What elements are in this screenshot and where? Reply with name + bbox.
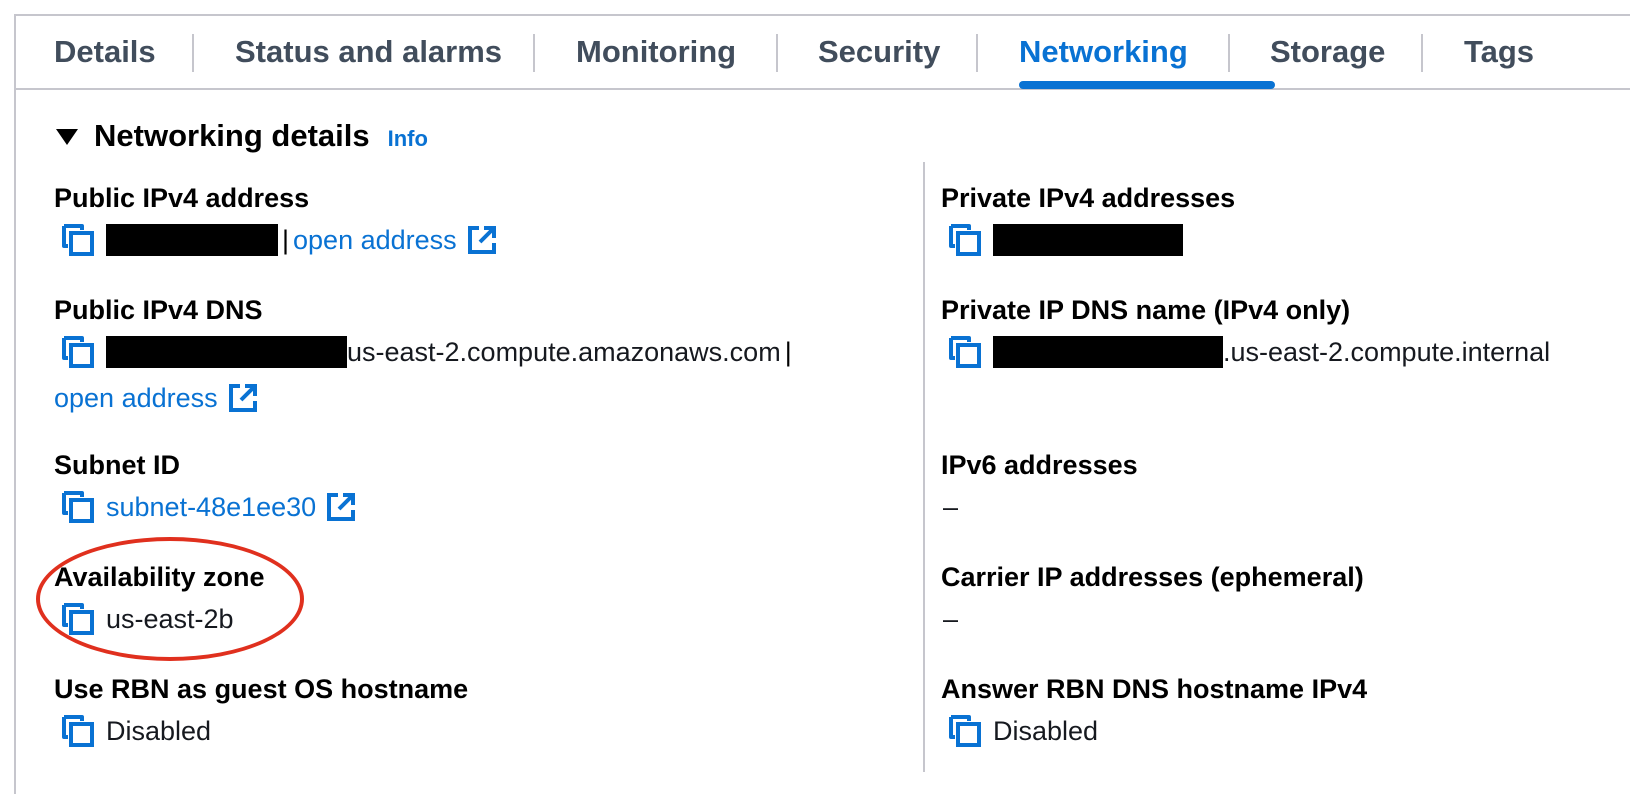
separator: | — [784, 336, 792, 367]
rbn-hostname-field: Use RBN as guest OS hostname Disabled — [54, 673, 468, 749]
tab-status-and-alarms[interactable]: Status and alarms — [235, 34, 502, 70]
copy-icon[interactable] — [947, 713, 983, 749]
active-tab-indicator — [1019, 81, 1275, 89]
field-label: Public IPv4 DNS — [54, 295, 263, 325]
public-ipv4-field: Public IPv4 address | open address — [54, 182, 497, 258]
tab-storage[interactable]: Storage — [1270, 34, 1385, 70]
networking-details-header[interactable]: Networking details Info — [56, 116, 428, 156]
subnet-id-field: Subnet ID subnet-48e1ee30 — [54, 449, 356, 525]
copy-icon[interactable] — [60, 601, 96, 637]
tab-divider — [976, 34, 978, 72]
separator: | — [282, 224, 290, 255]
copy-icon[interactable] — [60, 713, 96, 749]
private-dns-suffix: .us-east-2.compute.internal — [1223, 336, 1551, 367]
copy-icon[interactable] — [60, 222, 96, 258]
field-label: Availability zone — [54, 562, 265, 592]
open-address-link[interactable]: open address — [54, 383, 218, 414]
tab-monitoring[interactable]: Monitoring — [576, 34, 736, 70]
tab-divider — [192, 34, 194, 72]
private-dns-field: Private IP DNS name (IPv4 only) .us-east… — [941, 294, 1550, 370]
copy-icon[interactable] — [60, 489, 96, 525]
tab-bar: Details Status and alarms Monitoring Sec… — [14, 16, 1630, 90]
caret-down-icon[interactable] — [56, 129, 78, 145]
field-label: Private IPv4 addresses — [941, 183, 1236, 213]
external-link-icon[interactable] — [228, 383, 258, 413]
info-link[interactable]: Info — [388, 126, 428, 152]
tab-networking[interactable]: Networking — [1019, 34, 1188, 70]
copy-icon[interactable] — [947, 334, 983, 370]
rbn-dns-field: Answer RBN DNS hostname IPv4 Disabled — [941, 673, 1367, 749]
redacted-value — [993, 336, 1223, 368]
ipv6-value: – — [943, 491, 959, 522]
tab-divider — [533, 34, 535, 72]
redacted-value — [106, 224, 278, 256]
availability-zone-field: Availability zone us-east-2b — [54, 561, 265, 637]
copy-icon[interactable] — [60, 334, 96, 370]
tab-security[interactable]: Security — [818, 34, 940, 70]
tab-divider — [1421, 34, 1423, 72]
field-label: IPv6 addresses — [941, 450, 1138, 480]
section-title: Networking details — [94, 118, 370, 153]
tab-tags[interactable]: Tags — [1464, 34, 1534, 70]
availability-zone-value: us-east-2b — [106, 603, 234, 634]
field-label: Private IP DNS name (IPv4 only) — [941, 295, 1351, 325]
field-label: Subnet ID — [54, 450, 180, 480]
private-ipv4-field: Private IPv4 addresses — [941, 182, 1235, 258]
ipv6-field: IPv6 addresses – — [941, 449, 1138, 525]
rbn-hostname-value: Disabled — [106, 715, 212, 746]
field-label: Answer RBN DNS hostname IPv4 — [941, 674, 1368, 704]
tab-divider — [776, 34, 778, 72]
redacted-value — [993, 224, 1183, 256]
field-label: Use RBN as guest OS hostname — [54, 674, 469, 704]
dns-suffix: us-east-2.compute.amazonaws.com — [347, 336, 781, 367]
tab-details[interactable]: Details — [54, 34, 156, 70]
external-link-icon[interactable] — [326, 492, 356, 522]
column-divider — [923, 162, 925, 772]
public-dns-field: Public IPv4 DNS us-east-2.compute.amazon… — [54, 294, 796, 416]
subnet-link[interactable]: subnet-48e1ee30 — [106, 492, 316, 523]
field-label: Public IPv4 address — [54, 183, 310, 213]
rbn-dns-value: Disabled — [993, 715, 1099, 746]
carrier-ip-field: Carrier IP addresses (ephemeral) – — [941, 561, 1364, 637]
external-link-icon[interactable] — [467, 225, 497, 255]
copy-icon[interactable] — [947, 222, 983, 258]
carrier-ip-value: – — [943, 603, 959, 634]
tab-divider — [1228, 34, 1230, 72]
field-label: Carrier IP addresses (ephemeral) — [941, 562, 1364, 592]
redacted-value — [106, 336, 347, 368]
open-address-link[interactable]: open address — [293, 225, 457, 256]
